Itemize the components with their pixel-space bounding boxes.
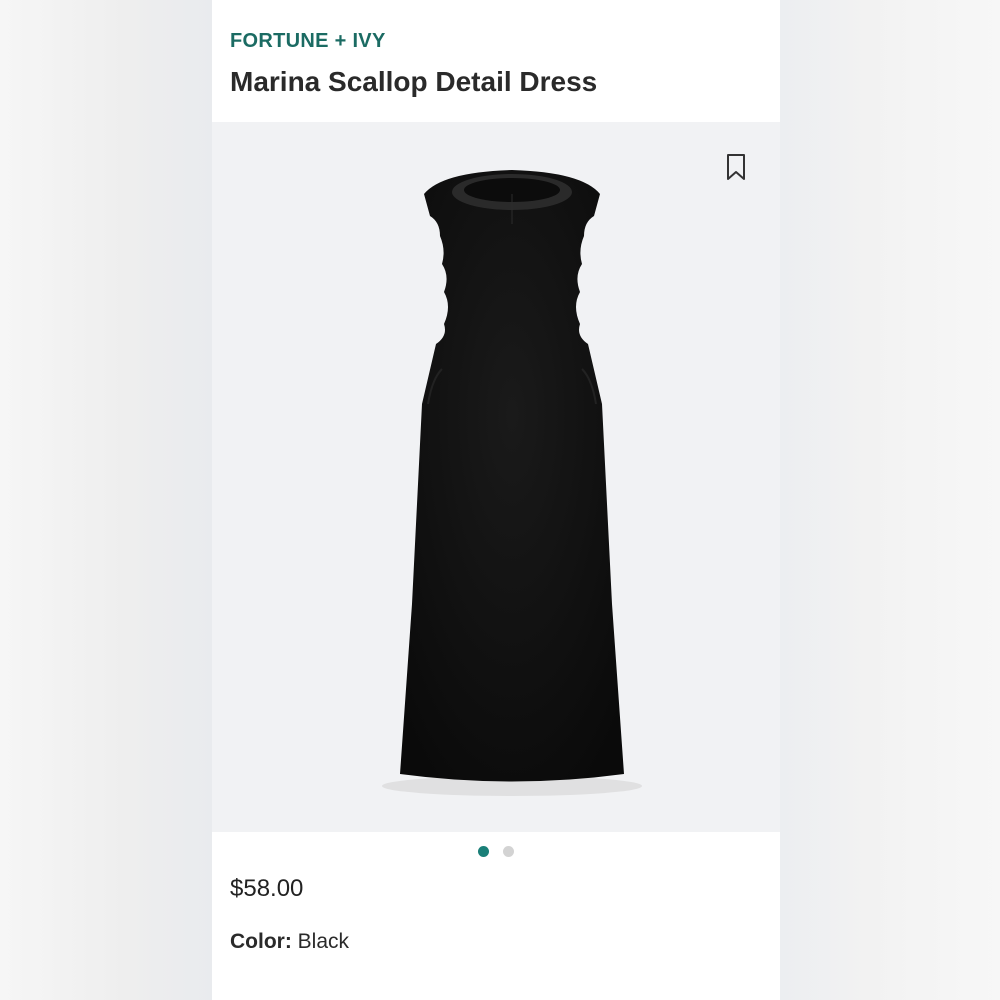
color-label: Color:: [230, 930, 292, 953]
background-left: [0, 0, 212, 1000]
carousel-dot-1[interactable]: [478, 846, 489, 857]
color-row: Color: Black: [230, 930, 349, 954]
carousel-indicator: [212, 846, 780, 860]
brand-name[interactable]: FORTUNE + IVY: [230, 30, 386, 53]
product-image-dress: [382, 170, 642, 796]
bookmark-icon[interactable]: [724, 152, 748, 182]
product-price: $58.00: [230, 875, 304, 902]
product-image-carousel[interactable]: [212, 122, 780, 832]
carousel-dot-2[interactable]: [503, 846, 514, 857]
product-title: Marina Scallop Detail Dress: [230, 66, 598, 97]
product-card: FORTUNE + IVY Marina Scallop Detail Dres…: [212, 0, 780, 1000]
color-value: Black: [297, 930, 350, 953]
background-right: [780, 0, 1000, 1000]
